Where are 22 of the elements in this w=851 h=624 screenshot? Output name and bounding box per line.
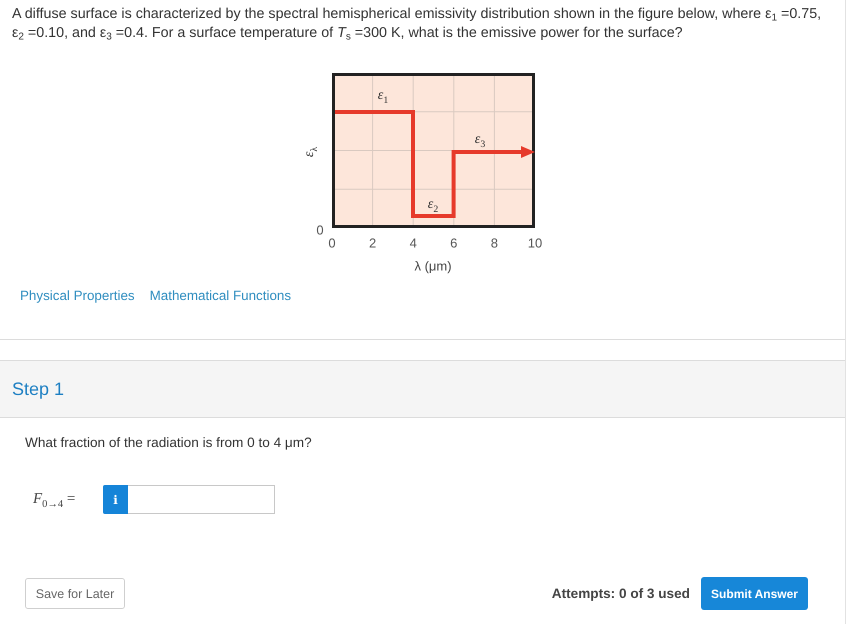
x-tick-label: 10	[528, 236, 542, 250]
curve-label: ε$_{2}$	[428, 198, 438, 212]
y-tick-label: 0	[316, 224, 324, 236]
answer-label: F$_{0→4}$ =	[33, 491, 76, 508]
x-tick-label: 4	[410, 236, 417, 250]
curve-label: ε$_{3}$	[474, 133, 486, 147]
step-question: What fraction of the radiation is from 0 to 4 μm?	[25, 434, 312, 452]
x-tick-label: 2	[368, 236, 376, 250]
info-button[interactable]: i	[103, 485, 128, 514]
attempts-counter: Attempts: 0 of 3 used	[552, 586, 690, 601]
reference-link[interactable]: Physical Properties	[20, 288, 135, 303]
x-tick-label: 8	[490, 236, 498, 250]
step-title: Step 1	[12, 378, 64, 400]
x-tick-label: 0	[328, 236, 336, 250]
curve-label: ε$_{1}$	[378, 89, 388, 103]
save-for-later-button[interactable]: Save for Later	[25, 578, 125, 609]
reference-link[interactable]: Mathematical Functions	[150, 288, 292, 303]
answer-input-field[interactable]	[128, 485, 275, 514]
submit-answer-button[interactable]: Submit Answer	[701, 577, 808, 610]
x-tick-label: 6	[450, 236, 458, 250]
x-axis-label: λ (μm)	[414, 260, 452, 272]
problem-statement: A diffuse surface is characterized by the spectral hemispherical emissivity distribution shown in the figure below, where ε$_{1}$ =0.75, ε$_{2}$ =0.10, and ε$_{3}$ =0.4. For a surface temperature of T$_{s}$ =300 K, what is the emissive power for the surface?	[12, 5, 822, 43]
